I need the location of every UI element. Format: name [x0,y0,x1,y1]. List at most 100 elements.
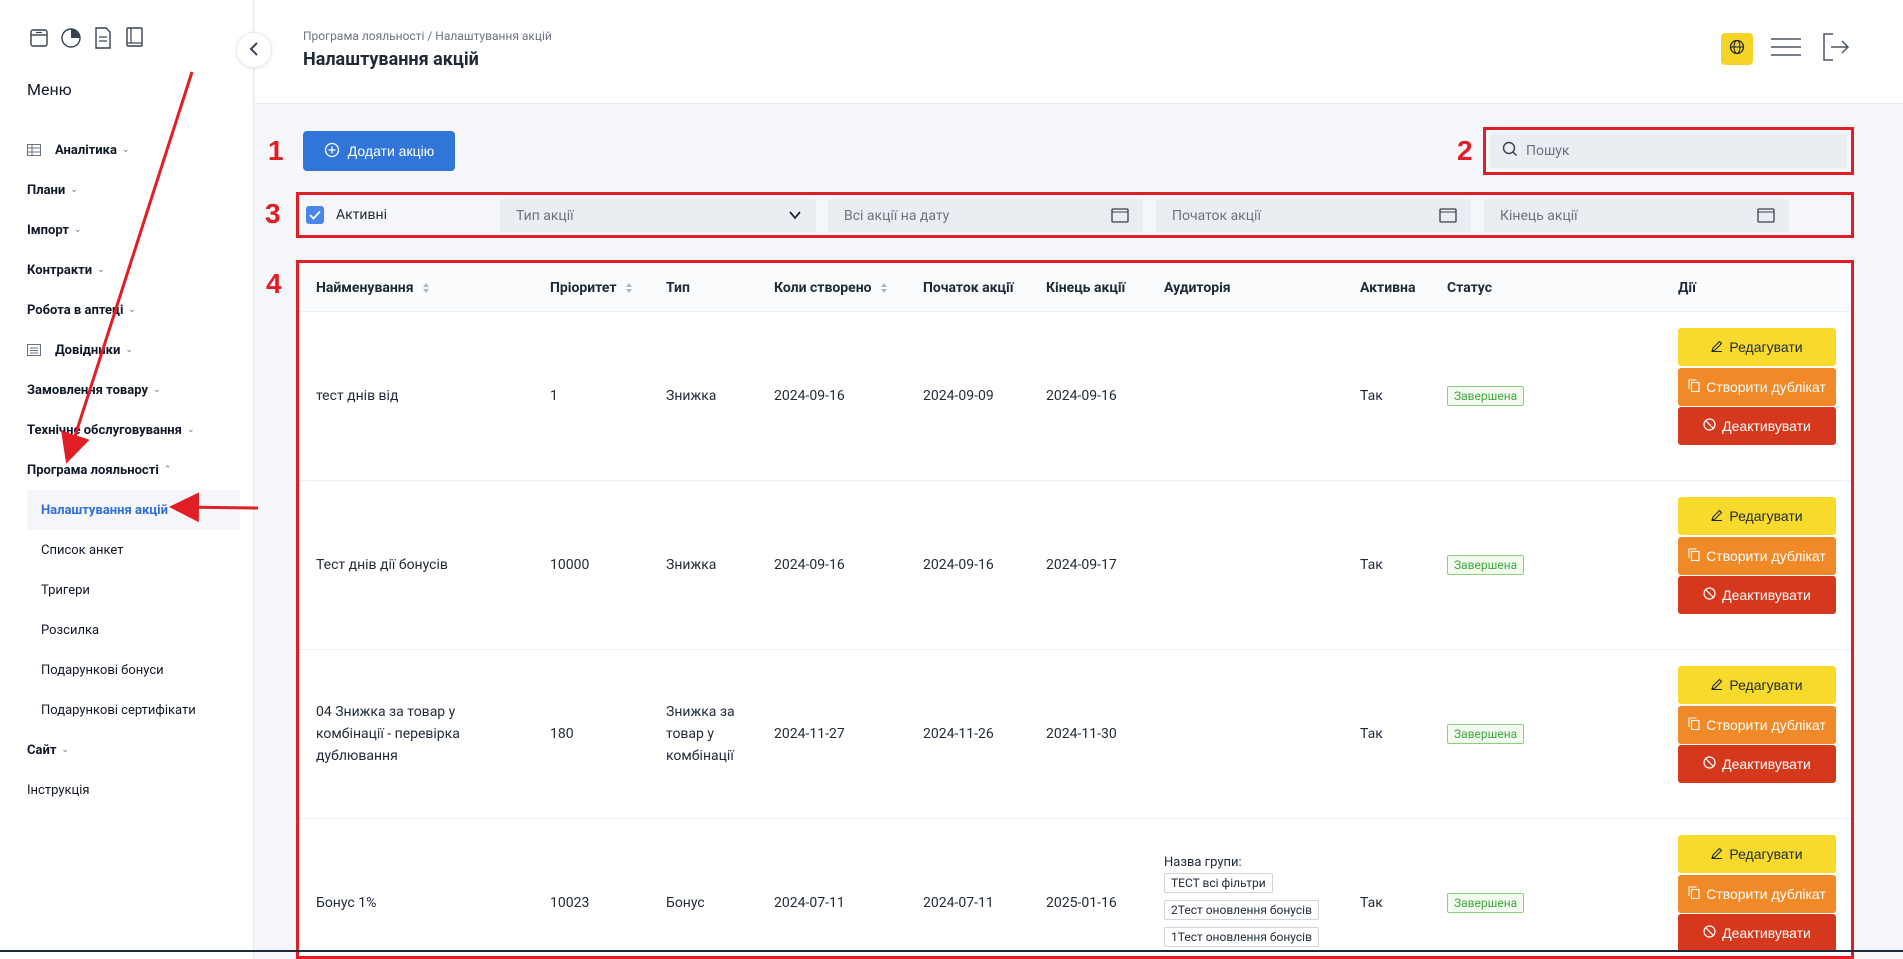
deactivate-button[interactable]: Деактивувати [1678,914,1836,952]
sidebar-item-pharmacy-work[interactable]: Робота в аптеці ⌄ [0,290,254,330]
th-status: Статус [1447,263,1492,312]
sidebar-collapse-button[interactable] [236,32,272,68]
chevron-down-icon: ⌄ [128,305,136,315]
cell-name: тест днів від [316,388,399,404]
sidebar-item-label: Програма лояльності [27,462,159,478]
deactivate-button[interactable]: Деактивувати [1678,407,1836,445]
cell-start: 2024-07-11 [923,895,994,911]
th-created[interactable]: Коли створено [774,263,888,312]
cell-type-line: товар у [666,726,715,742]
logout-icon [1821,32,1851,66]
chevron-left-icon [249,41,259,60]
pie-chart-icon[interactable] [60,26,82,50]
duplicate-button[interactable]: Створити дублікат [1678,537,1836,575]
th-start-label: Початок акції [923,279,1014,296]
date-filter-input[interactable]: Всі акції на дату [828,199,1143,232]
duplicate-button[interactable]: Створити дублікат [1678,368,1836,406]
active-checkbox[interactable] [306,206,324,224]
start-date-input[interactable]: Початок акції [1156,199,1471,232]
table-icon [27,144,41,156]
edit-button[interactable]: Редагувати [1678,497,1836,535]
hamburger-menu-button[interactable] [1769,32,1803,66]
sidebar-subitem-promo-settings[interactable]: Налаштування акцій [27,490,240,530]
sidebar-subitem-questionnaires[interactable]: Список анкет [0,530,254,570]
sidebar-item-site[interactable]: Сайт ⌄ [0,730,254,770]
sidebar-item-label: Робота в аптеці [27,302,124,318]
chevron-down-icon: ⌄ [121,145,130,155]
cell-type: Знижка за товар у комбінації [666,701,735,767]
sidebar-item-analytics[interactable]: Аналітика ⌄ [0,130,254,170]
cell-end: 2025-01-16 [1046,895,1117,911]
sidebar-item-import[interactable]: Імпорт ⌄ [0,210,254,250]
archive-icon[interactable] [28,26,50,50]
sidebar-item-label: Сайт [27,742,57,758]
th-end: Кінець акції [1046,263,1125,312]
sidebar-item-directories[interactable]: Довідники ⌄ [0,330,254,370]
list-icon [27,344,41,356]
promotions-table: Найменування Пріоритет Тип Коли створено… [296,260,1854,959]
breadcrumb[interactable]: Програма лояльності / Налаштування акцій [303,29,552,43]
sidebar-item-contracts[interactable]: Контракти ⌄ [0,250,254,290]
book-icon[interactable] [124,26,146,50]
edit-label: Редагувати [1729,846,1803,862]
sidebar: Меню Аналітика ⌄ Плани ⌄ Імпорт ⌄ Контра… [0,0,254,959]
sort-icon[interactable] [625,282,633,294]
add-promo-button[interactable]: Додати акцію [303,131,455,171]
sidebar-subitem-gift-bonuses[interactable]: Подарункові бонуси [0,650,254,690]
th-priority[interactable]: Пріоритет [550,263,633,312]
edit-button[interactable]: Редагувати [1678,328,1836,366]
sidebar-item-instruction[interactable]: Інструкція [0,770,254,810]
search-input[interactable]: Пошук [1490,134,1847,168]
chevron-up-icon: ⌃ [163,465,172,475]
document-icon[interactable] [92,26,114,50]
cell-priority: 180 [550,726,574,742]
calendar-icon [1111,208,1129,227]
search-icon [1502,141,1518,161]
logout-button[interactable] [1819,32,1853,66]
cell-type: Знижка [666,388,717,404]
sidebar-subitem-triggers[interactable]: Тригери [0,570,254,610]
duplicate-button[interactable]: Створити дублікат [1678,706,1836,744]
search-placeholder: Пошук [1526,143,1570,159]
sidebar-item-loyalty[interactable]: Програма лояльності ⌃ [0,450,254,490]
th-audience: Аудиторія [1164,263,1231,312]
cell-created: 2024-09-16 [774,388,845,404]
edit-button[interactable]: Редагувати [1678,666,1836,704]
sidebar-subitem-gift-certificates[interactable]: Подарункові сертифікати [0,690,254,730]
language-button[interactable] [1721,33,1753,65]
table-row: Тест днів дії бонусів 10000 Знижка 2024-… [299,481,1851,650]
sidebar-item-label: Плани [27,182,66,198]
active-filter[interactable]: Активні [306,203,387,227]
deactivate-button[interactable]: Деактивувати [1678,576,1836,614]
sort-icon[interactable] [880,282,888,294]
cell-active: Так [1360,726,1383,742]
copy-icon [1688,379,1700,395]
sidebar-item-plans[interactable]: Плани ⌄ [0,170,254,210]
main-content: Додати акцію Пошук Активні Тип акції Всі… [255,105,1903,959]
edit-label: Редагувати [1729,677,1803,693]
deactivate-button[interactable]: Деактивувати [1678,745,1836,783]
header: Програма лояльності / Налаштування акцій… [255,0,1903,104]
sidebar-item-maintenance[interactable]: Технічне обслуговування ⌄ [0,410,254,450]
sidebar-subitem-mailing[interactable]: Розсилка [0,610,254,650]
start-date-placeholder: Початок акції [1172,207,1261,224]
annotation-number: 2 [1457,135,1473,166]
pencil-icon [1711,508,1723,524]
end-date-input[interactable]: Кінець акції [1484,199,1789,232]
cell-priority: 10023 [550,895,590,911]
edit-button[interactable]: Редагувати [1678,835,1836,873]
promo-type-select[interactable]: Тип акції [500,199,816,232]
status-badge: Завершена [1447,555,1525,575]
table-row: тест днів від 1 Знижка 2024-09-16 2024-0… [299,312,1851,481]
sort-icon[interactable] [422,282,430,294]
duplicate-button[interactable]: Створити дублікат [1678,875,1836,913]
cell-start: 2024-09-16 [923,557,994,573]
filters-bar: Активні Тип акції Всі акції на дату Поча… [296,192,1854,238]
sidebar-item-label: Технічне обслуговування [27,422,182,438]
th-name[interactable]: Найменування [316,263,430,312]
pencil-icon [1711,846,1723,862]
status-badge: Завершена [1447,893,1525,913]
cell-type: Бонус [666,895,705,911]
sidebar-item-orders[interactable]: Замовлення товару ⌄ [0,370,254,410]
hamburger-icon [1770,36,1802,62]
